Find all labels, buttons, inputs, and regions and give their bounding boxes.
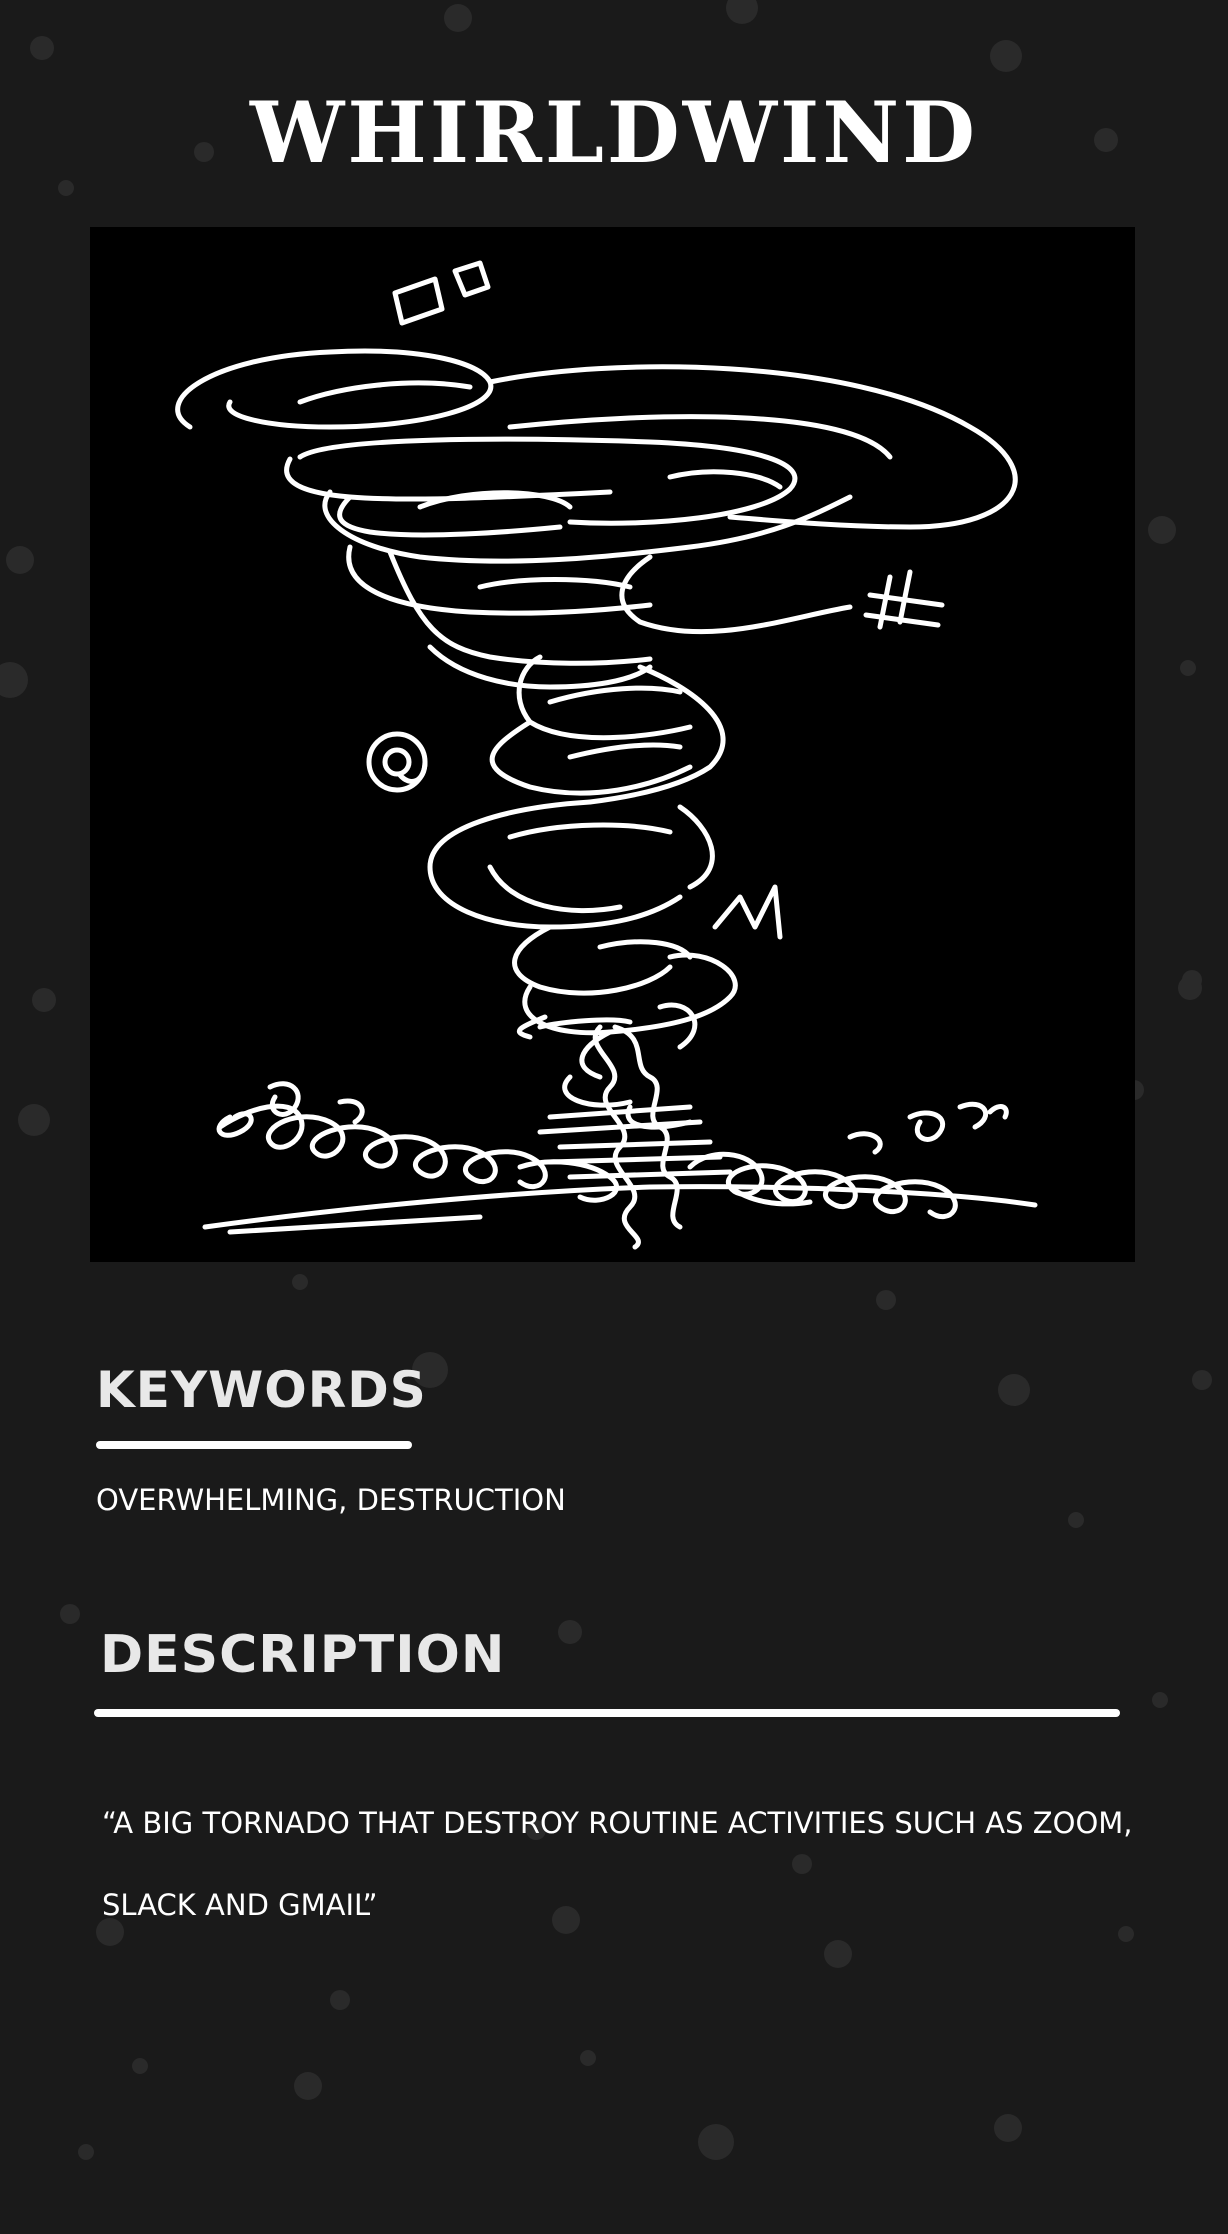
keywords-underline: [96, 1441, 412, 1449]
page-title: WHIRLDWIND: [250, 83, 978, 182]
tornado-illustration: [90, 227, 1135, 1262]
tornado-icon: [175, 260, 1038, 1250]
description-underline: [94, 1709, 1120, 1717]
description-heading: DESCRIPTION: [100, 1625, 506, 1685]
keywords-text: OVERWHELMING, DESTRUCTION: [96, 1483, 566, 1517]
description-text: “A BIG TORNADO THAT DESTROY ROUTINE ACTI…: [102, 1806, 1133, 1922]
keywords-heading: KEYWORDS: [96, 1361, 427, 1419]
